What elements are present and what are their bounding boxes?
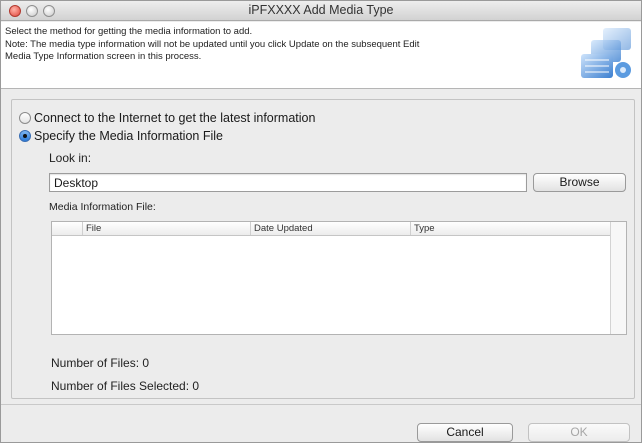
column-header-file[interactable]: File [82,222,250,235]
media-file-label: Media Information File: [49,201,156,213]
media-file-table[interactable]: File Date Updated Type [51,221,627,335]
column-header-date-updated[interactable]: Date Updated [250,222,410,235]
option-media-file[interactable]: Specify the Media Information File [19,129,223,143]
window-title: iPFXXXX Add Media Type [248,3,394,17]
add-media-type-window: iPFXXXX Add Media Type Select the method… [0,0,642,443]
option-internet[interactable]: Connect to the Internet to get the lates… [19,111,315,125]
browse-button[interactable]: Browse [533,173,626,192]
instruction-line: Select the method for getting the media … [5,26,253,37]
cancel-button[interactable]: Cancel [417,423,513,442]
instruction-header: Select the method for getting the media … [1,22,641,89]
column-header-type[interactable]: Type [410,222,610,235]
title-bar[interactable]: iPFXXXX Add Media Type [1,1,641,21]
instruction-line: Note: The media type information will no… [5,38,420,50]
table-header: File Date Updated Type [52,222,626,236]
media-file-radio[interactable] [19,130,31,142]
look-in-field[interactable]: Desktop [49,173,527,192]
table-column-select[interactable] [52,222,82,235]
look-in-label: Look in: [49,151,92,165]
instruction-text: Select the method for getting the media … [5,26,525,64]
media-file-option-label: Specify the Media Information File [34,129,223,143]
number-of-files-selected-label: Number of Files Selected: 0 [51,379,200,393]
instruction-line: Media Type Information screen in this pr… [5,51,202,62]
media-roll-icon [581,28,631,78]
number-of-files-label: Number of Files: 0 [51,356,150,370]
table-scrollbar[interactable] [610,222,626,334]
internet-radio[interactable] [19,112,31,124]
internet-option-label: Connect to the Internet to get the lates… [34,111,316,125]
ok-button[interactable]: OK [528,423,630,442]
